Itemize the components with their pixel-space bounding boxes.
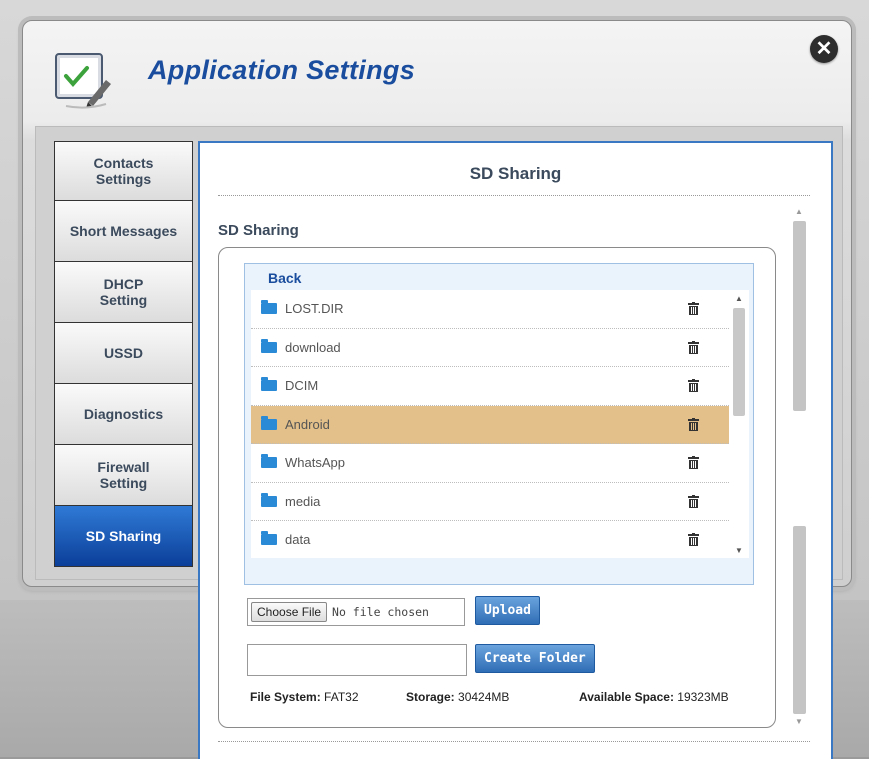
settings-checklist-icon (55, 53, 111, 109)
scrollbar-thumb[interactable] (733, 308, 745, 416)
back-link[interactable]: Back (268, 270, 301, 286)
file-system-stat: File System: FAT32 (250, 690, 359, 704)
no-file-text: No file chosen (332, 605, 429, 619)
trash-icon[interactable] (688, 456, 699, 469)
sd-sharing-panel: SD Sharing SD Sharing ▲ ▼ Back LOST.DIR … (198, 141, 833, 759)
storage-value: 30424MB (458, 690, 510, 704)
file-system-label: File System: (250, 690, 321, 704)
list-item[interactable]: media (251, 483, 729, 521)
storage-stat: Storage: 30424MB (406, 690, 509, 704)
file-name: media (285, 493, 321, 509)
folder-name-input[interactable] (247, 644, 467, 676)
divider (218, 195, 810, 196)
window-title: Application Settings (148, 55, 416, 85)
sidebar-item-diagnostics[interactable]: Diagnostics (54, 384, 193, 445)
folder-icon (261, 300, 277, 315)
available-space-label: Available Space: (579, 690, 674, 704)
list-item[interactable]: LOST.DIR (251, 290, 729, 329)
list-item[interactable]: Android (251, 405, 729, 444)
file-name: DCIM (285, 378, 319, 394)
trash-icon[interactable] (688, 494, 699, 508)
sidebar: Contacts Settings Short Messages DHCP Se… (54, 141, 193, 567)
sidebar-item-firewall-setting[interactable]: Firewall Setting (54, 445, 193, 506)
file-system-value: FAT32 (324, 690, 359, 704)
sd-sharing-box: Back LOST.DIR download DCIM Android What… (218, 247, 776, 728)
divider (218, 741, 810, 742)
sidebar-item-sd-sharing[interactable]: SD Sharing (54, 506, 193, 567)
folder-icon (261, 531, 277, 546)
folder-icon (261, 454, 277, 469)
folder-icon (261, 338, 277, 353)
folder-icon (261, 492, 277, 507)
scroll-down-icon[interactable]: ▼ (795, 717, 803, 726)
scrollbar-track-lower (793, 526, 806, 714)
available-space-stat: Available Space: 19323MB (579, 690, 729, 704)
sidebar-item-contacts-settings[interactable]: Contacts Settings (54, 141, 193, 201)
available-space-value: 19323MB (677, 690, 729, 704)
sidebar-item-short-messages[interactable]: Short Messages (54, 201, 193, 262)
file-name: LOST.DIR (285, 301, 344, 317)
file-name: Android (285, 416, 330, 432)
close-icon: ✕ (815, 38, 833, 60)
trash-icon[interactable] (688, 417, 699, 431)
trash-icon[interactable] (688, 379, 699, 392)
list-item[interactable]: download (251, 329, 729, 367)
trash-icon[interactable] (688, 302, 699, 315)
sidebar-item-ussd[interactable]: USSD (54, 323, 193, 384)
trash-icon[interactable] (688, 533, 699, 546)
close-button[interactable]: ✕ (810, 35, 838, 63)
file-chooser[interactable]: Choose File No file chosen (247, 598, 465, 626)
list-item[interactable]: DCIM (251, 367, 729, 406)
scroll-up-icon[interactable]: ▲ (795, 207, 803, 216)
file-browser: Back LOST.DIR download DCIM Android What… (244, 263, 754, 585)
scroll-up-icon[interactable]: ▲ (735, 294, 743, 303)
storage-label: Storage: (406, 690, 455, 704)
create-folder-button[interactable]: Create Folder (475, 644, 595, 673)
scrollbar-thumb[interactable] (793, 221, 806, 411)
file-name: download (285, 339, 341, 355)
file-list: LOST.DIR download DCIM Android WhatsApp … (251, 290, 729, 558)
section-label: SD Sharing (218, 222, 299, 239)
file-name: data (285, 532, 311, 548)
scroll-down-icon[interactable]: ▼ (735, 546, 743, 555)
folder-icon (261, 415, 277, 430)
trash-icon[interactable] (688, 340, 699, 354)
list-item[interactable]: WhatsApp (251, 444, 729, 483)
file-name: WhatsApp (285, 455, 345, 471)
upload-button[interactable]: Upload (475, 596, 540, 625)
file-list-scrollbar[interactable]: ▲ ▼ (729, 290, 749, 558)
panel-title: SD Sharing (469, 164, 562, 183)
folder-icon (261, 377, 277, 392)
sidebar-item-dhcp-setting[interactable]: DHCP Setting (54, 262, 193, 323)
panel-scrollbar[interactable]: ▲ ▼ (790, 205, 810, 726)
choose-file-button[interactable]: Choose File (251, 602, 328, 622)
list-item[interactable]: data (251, 521, 729, 558)
